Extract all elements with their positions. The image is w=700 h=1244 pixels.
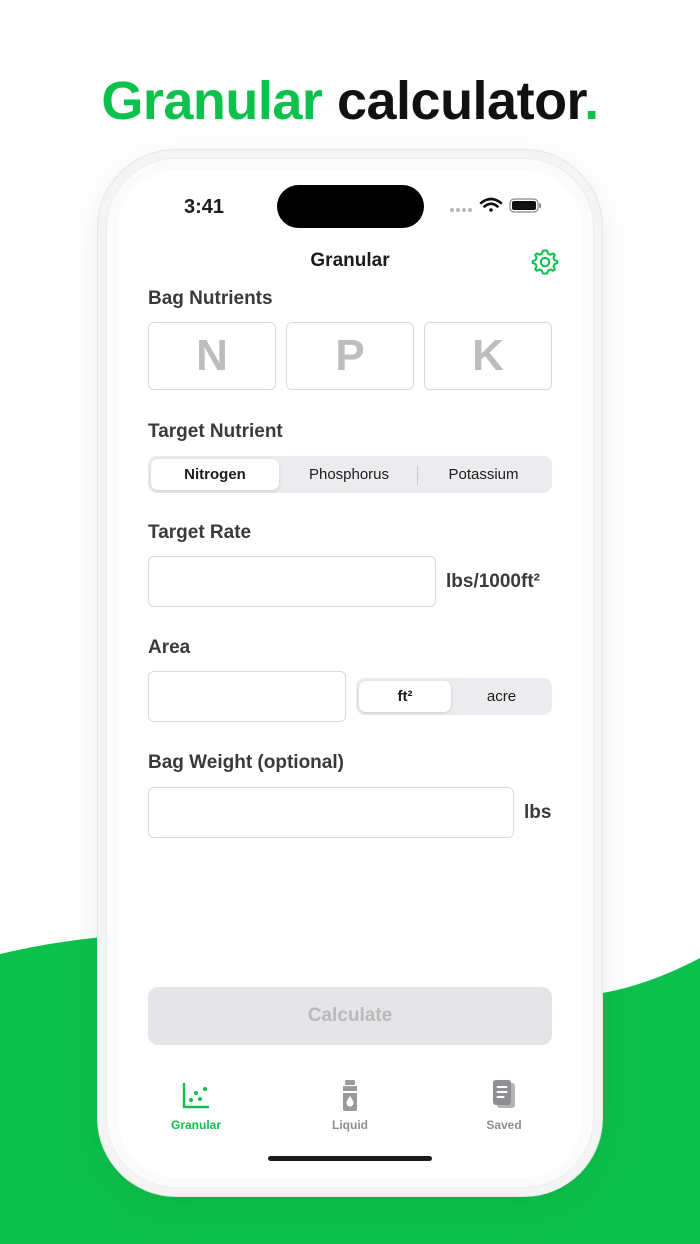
bottle-icon <box>343 1080 357 1111</box>
tab-granular-label: Granular <box>170 1118 221 1132</box>
tab-liquid-label: Liquid <box>332 1118 368 1132</box>
target-rate-unit: lbs/1000ft² <box>446 571 540 592</box>
documents-icon <box>493 1080 515 1108</box>
status-icons <box>450 197 541 213</box>
tab-liquid[interactable]: Liquid <box>300 1078 400 1132</box>
area-unit-segmented-control: ft² acre <box>356 678 552 715</box>
wifi-icon <box>479 197 503 212</box>
nav-title: Granular <box>310 250 390 271</box>
segment-acre[interactable]: acre <box>454 681 549 712</box>
hero-period: . <box>584 71 599 131</box>
dynamic-island <box>277 185 424 228</box>
signal-icon <box>450 208 472 212</box>
phosphorus-input[interactable]: P <box>286 322 414 390</box>
bag-weight-label: Bag Weight (optional) <box>148 752 344 773</box>
bag-nutrients-label: Bag Nutrients <box>148 288 273 309</box>
hero-word-calculator: calculator <box>336 71 585 131</box>
segment-potassium[interactable]: Potassium <box>418 459 549 490</box>
segment-phosphorus[interactable]: Phosphorus <box>282 459 416 490</box>
tab-saved[interactable]: Saved <box>454 1078 554 1132</box>
area-label: Area <box>148 637 191 658</box>
scatter-chart-icon <box>182 1082 210 1109</box>
nitrogen-input[interactable]: N <box>148 322 276 390</box>
bag-weight-input[interactable] <box>148 787 514 838</box>
hero-word-granular: Granular <box>101 71 323 131</box>
hero-headline: Granular calculator. <box>0 70 700 132</box>
segment-ft2[interactable]: ft² <box>359 681 451 712</box>
home-indicator <box>268 1156 432 1161</box>
potassium-input[interactable]: K <box>424 322 552 390</box>
target-rate-input[interactable] <box>148 556 436 607</box>
target-rate-label: Target Rate <box>148 522 252 543</box>
tab-saved-label: Saved <box>486 1118 522 1132</box>
gear-icon[interactable] <box>530 247 560 277</box>
status-time: 3:41 <box>184 196 225 218</box>
calculate-button[interactable]: Calculate <box>148 987 552 1045</box>
segment-nitrogen[interactable]: Nitrogen <box>151 459 279 490</box>
tab-granular[interactable]: Granular <box>146 1078 246 1132</box>
target-nutrient-label: Target Nutrient <box>148 421 283 442</box>
app-screen: 3:41 Granular Bag Nutrients N P K Target… <box>118 170 582 1178</box>
battery-icon <box>509 198 541 213</box>
bag-weight-unit: lbs <box>524 802 552 823</box>
target-nutrient-segmented-control: Nitrogen Phosphorus Potassium <box>148 456 552 493</box>
area-input[interactable] <box>148 671 346 722</box>
